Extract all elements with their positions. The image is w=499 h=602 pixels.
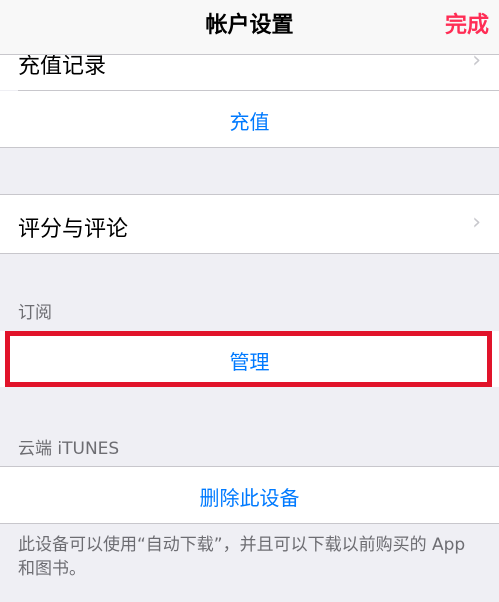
highlight-annotation [5,331,492,387]
done-button[interactable]: 完成 [445,0,489,54]
section-header-subscriptions: 订阅 [18,303,52,323]
topup-button[interactable]: 充值 [0,106,499,135]
ratings-reviews-row[interactable]: 评分与评论 › [0,195,499,253]
group-divider [0,253,499,254]
remove-device-row[interactable]: 删除此设备 [0,467,499,523]
group-divider [0,147,499,148]
navigation-bar: 帐户设置 完成 [0,0,499,55]
group-divider [0,523,499,524]
section-header-itunes-cloud: 云端 iTUNES [18,439,120,459]
chevron-right-icon: › [472,210,481,235]
ratings-reviews-label: 评分与评论 [18,217,129,242]
remove-device-button[interactable]: 删除此设备 [0,482,499,511]
topup-row[interactable]: 充值 [0,91,499,147]
footer-note: 此设备可以使用“自动下载”，并且可以下载以前购买的 App 和图书。 [18,535,466,579]
page-title: 帐户设置 [205,13,294,38]
